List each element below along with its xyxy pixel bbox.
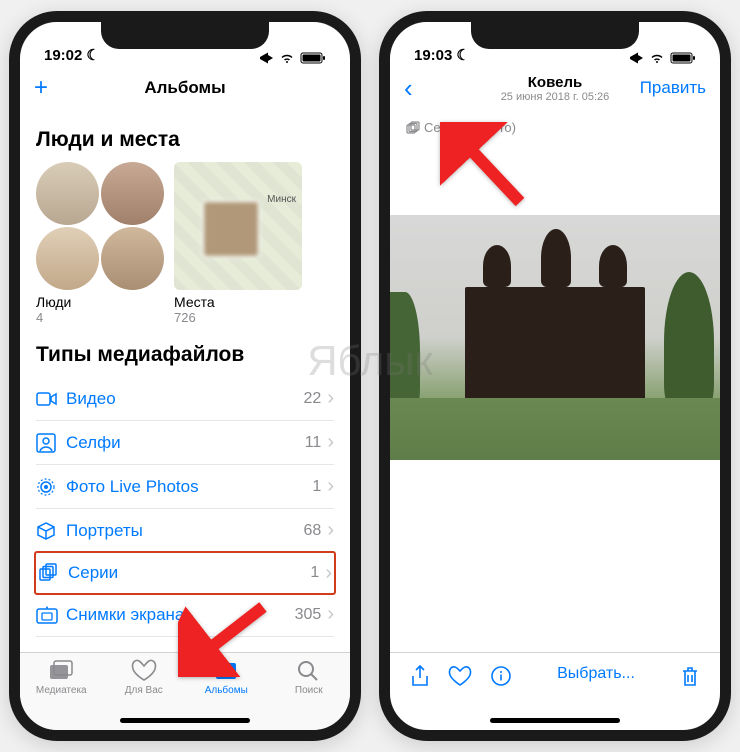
info-button[interactable] xyxy=(490,665,512,692)
places-label: Места xyxy=(174,294,302,310)
people-count: 4 xyxy=(36,310,164,325)
right-phone: 19:03 ☾ ‹ Ковель 25 июня 2018 г. 05:26 П… xyxy=(379,11,731,741)
chevron-right-icon: › xyxy=(327,603,334,626)
media-count: 68 xyxy=(304,522,322,540)
chevron-right-icon: › xyxy=(327,475,334,498)
nav-title: Альбомы xyxy=(104,78,266,98)
favorite-button[interactable] xyxy=(448,665,472,692)
nav-bar: ‹ Ковель 25 июня 2018 г. 05:26 Править xyxy=(390,66,720,110)
share-button[interactable] xyxy=(410,665,430,694)
status-time: 19:02 xyxy=(44,47,82,64)
selfie-icon xyxy=(36,433,66,453)
tab-label: Альбомы xyxy=(205,685,248,696)
trash-button[interactable] xyxy=(680,665,700,694)
media-row-portrait[interactable]: Портреты68 › xyxy=(36,509,334,553)
face-thumbnail xyxy=(36,162,99,225)
face-thumbnail xyxy=(101,227,164,290)
media-label: Селфи xyxy=(66,433,305,453)
media-row-video[interactable]: Видео22 › xyxy=(36,377,334,421)
home-indicator xyxy=(490,718,620,723)
photo-date-subtitle: 25 июня 2018 г. 05:26 xyxy=(474,91,636,103)
media-count: 11 xyxy=(305,434,322,452)
media-count: 1 xyxy=(312,478,321,496)
section-media-types: Типы медиафайлов xyxy=(36,343,334,367)
notch xyxy=(471,21,639,49)
wifi-icon xyxy=(279,52,295,64)
tab-Медиатека[interactable]: Медиатека xyxy=(20,659,103,730)
media-row-burst[interactable]: Серии1 › xyxy=(34,551,336,595)
tab-label: Поиск xyxy=(295,685,323,696)
media-label: Портреты xyxy=(66,521,304,541)
select-button[interactable]: Выбрать... xyxy=(557,665,635,683)
people-label: Люди xyxy=(36,294,164,310)
burst-icon xyxy=(38,563,68,583)
dnd-moon-icon: ☾ xyxy=(456,46,469,64)
airplane-icon xyxy=(259,52,274,64)
media-count: 305 xyxy=(295,606,322,624)
people-tile[interactable]: Люди 4 xyxy=(36,162,164,325)
map-photo-thumb xyxy=(202,200,260,258)
map-city-label: Минск xyxy=(267,194,296,205)
video-icon xyxy=(36,391,66,407)
face-thumbnail xyxy=(101,162,164,225)
media-label: Серии xyxy=(68,563,310,583)
places-count: 726 xyxy=(174,310,302,325)
edit-button[interactable]: Править xyxy=(640,78,706,98)
places-tile[interactable]: Минск Места 726 xyxy=(174,162,302,325)
tab-label: Медиатека xyxy=(36,685,87,696)
media-count: 1 xyxy=(310,564,319,582)
home-indicator xyxy=(120,718,250,723)
chevron-right-icon: › xyxy=(327,387,334,410)
live-icon xyxy=(36,477,66,497)
nav-bar: + Альбомы xyxy=(20,66,350,110)
tab-Поиск[interactable]: Поиск xyxy=(268,659,351,730)
screenshot-icon xyxy=(36,606,66,624)
face-thumbnail xyxy=(36,227,99,290)
back-button[interactable]: ‹ xyxy=(404,73,413,104)
wifi-icon xyxy=(649,52,665,64)
media-row-selfie[interactable]: Селфи11 › xyxy=(36,421,334,465)
battery-icon xyxy=(300,52,326,64)
battery-icon xyxy=(670,52,696,64)
section-people-places: Люди и места xyxy=(36,128,334,152)
portrait-icon xyxy=(36,521,66,541)
photo-viewer[interactable] xyxy=(390,215,720,460)
notch xyxy=(101,21,269,49)
media-row-live[interactable]: Фото Live Photos1 › xyxy=(36,465,334,509)
media-label: Видео xyxy=(66,389,304,409)
annotation-arrow xyxy=(178,597,268,682)
burst-icon xyxy=(406,121,420,135)
dnd-moon-icon: ☾ xyxy=(86,46,99,64)
chevron-right-icon: › xyxy=(325,562,332,585)
tab-label: Для Вас xyxy=(125,685,163,696)
media-count: 22 xyxy=(304,390,322,408)
add-button[interactable]: + xyxy=(34,74,48,102)
airplane-icon xyxy=(629,52,644,64)
left-phone: 19:02 ☾ + Альбомы Люди и места xyxy=(9,11,361,741)
chevron-right-icon: › xyxy=(327,431,334,454)
photo-location-title: Ковель xyxy=(474,74,636,91)
status-time: 19:03 xyxy=(414,47,452,64)
annotation-arrow xyxy=(440,122,540,217)
chevron-right-icon: › xyxy=(327,519,334,542)
media-label: Фото Live Photos xyxy=(66,477,312,497)
